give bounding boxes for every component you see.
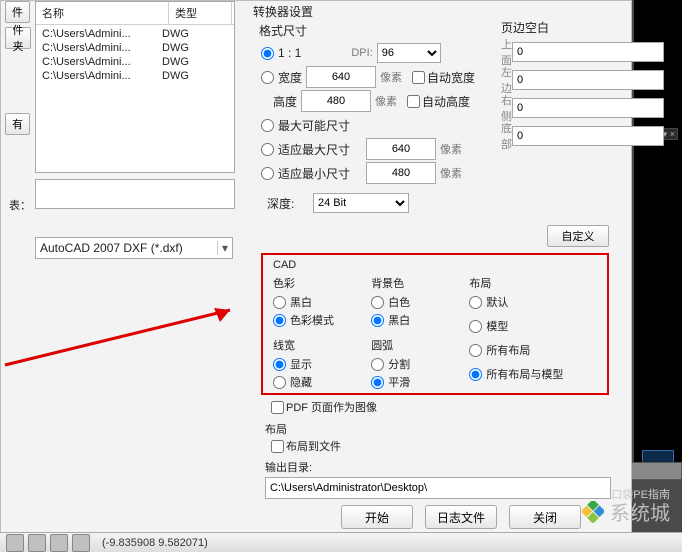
col-name[interactable]: 名称 <box>36 2 169 24</box>
auto-width-label: 自动宽度 <box>427 69 475 86</box>
px-label: 像素 <box>380 69 402 85</box>
fit-min-input[interactable] <box>366 162 436 184</box>
lw-show-radio[interactable] <box>273 358 286 371</box>
layout-default-radio[interactable] <box>469 296 482 309</box>
status-icon[interactable] <box>6 534 24 552</box>
lw-hide-radio[interactable] <box>273 376 286 389</box>
format-combo[interactable]: AutoCAD 2007 DXF (*.dxf) ▾ <box>35 237 233 259</box>
width-label: 宽度 <box>278 69 306 86</box>
fit-max-input[interactable] <box>366 138 436 160</box>
coords-readout: (-9.835908 9.582071) <box>102 537 208 549</box>
auto-height-checkbox[interactable] <box>407 95 420 108</box>
fit-max-label: 适应最大尺寸 <box>278 141 366 158</box>
ratio-1-1-radio[interactable] <box>261 47 274 60</box>
margin-top-input[interactable] <box>512 42 664 62</box>
watermark-sub: 口袋PE指南 <box>611 486 670 502</box>
cad-title: CAD <box>273 259 597 271</box>
close-button[interactable]: 关闭 <box>509 505 581 529</box>
width-input[interactable] <box>306 66 376 88</box>
dpi-label: DPI: <box>351 47 372 59</box>
status-icon[interactable] <box>28 534 46 552</box>
add-folder-button[interactable]: 件夹 <box>5 27 31 49</box>
auto-height-label: 自动高度 <box>422 93 470 110</box>
margin-right-input[interactable] <box>512 98 664 118</box>
bg-bw-radio[interactable] <box>371 314 384 327</box>
fit-min-radio[interactable] <box>261 167 274 180</box>
log-button[interactable]: 日志文件 <box>425 505 497 529</box>
color-mode-radio[interactable] <box>273 314 286 327</box>
cad-group: CAD 色彩 黑白 色彩模式 线宽 显示 隐藏 背景色 白色 黑白 圆弧 分割 … <box>261 253 609 395</box>
table-row: C:\Users\Admini...DWG <box>36 55 234 69</box>
arc-smooth-radio[interactable] <box>371 376 384 389</box>
preset-list[interactable] <box>35 179 235 209</box>
scrollbar-horizontal[interactable] <box>628 462 682 480</box>
ratio-1-1-label: 1 : 1 <box>278 46 301 60</box>
table-row: C:\Users\Admini...DWG <box>36 27 234 41</box>
fit-max-radio[interactable] <box>261 143 274 156</box>
size-radio[interactable] <box>261 71 274 84</box>
outdir-label: 输出目录: <box>265 459 611 475</box>
table-row: C:\Users\Admini...DWG <box>36 41 234 55</box>
layout-group-title: 布局 <box>265 421 341 437</box>
col-type[interactable]: 类型 <box>169 2 232 24</box>
height-label: 高度 <box>273 93 301 110</box>
dpi-select[interactable]: 96 <box>377 43 441 63</box>
file-list[interactable]: 名称 类型 C:\Users\Admini...DWG C:\Users\Adm… <box>35 1 235 173</box>
status-bar: (-9.835908 9.582071) <box>0 532 682 552</box>
pdf-page-image-label: PDF 页面作为图像 <box>286 399 377 415</box>
px-label-2: 像素 <box>375 93 397 109</box>
outdir-input[interactable] <box>265 477 611 499</box>
layout-to-file-checkbox[interactable] <box>271 440 284 453</box>
layout-all-model-radio[interactable] <box>469 368 482 381</box>
all-button[interactable]: 有 <box>5 113 30 135</box>
custom-button[interactable]: 自定义 <box>547 225 609 247</box>
table-row: C:\Users\Admini...DWG <box>36 69 234 83</box>
layout-all-radio[interactable] <box>469 344 482 357</box>
start-button[interactable]: 开始 <box>341 505 413 529</box>
max-possible-radio[interactable] <box>261 119 274 132</box>
arc-split-radio[interactable] <box>371 358 384 371</box>
margin-left-input[interactable] <box>512 70 664 90</box>
color-bw-radio[interactable] <box>273 296 286 309</box>
layout-model-radio[interactable] <box>469 320 482 333</box>
pdf-page-image-checkbox[interactable] <box>271 401 284 414</box>
converter-dialog: 件 件夹 有 名称 类型 C:\Users\Admini...DWG C:\Us… <box>0 0 632 536</box>
margins-title: 页边空白 <box>501 19 627 36</box>
settings-title: 转换器设置 <box>253 3 625 20</box>
depth-label: 深度: <box>267 195 313 212</box>
status-icon[interactable] <box>72 534 90 552</box>
list-label: 表： <box>5 197 31 213</box>
auto-width-checkbox[interactable] <box>412 71 425 84</box>
max-possible-label: 最大可能尺寸 <box>278 117 350 134</box>
height-input[interactable] <box>301 90 371 112</box>
depth-select[interactable]: 24 Bit <box>313 193 409 213</box>
margin-bottom-input[interactable] <box>512 126 664 146</box>
fit-min-label: 适应最小尺寸 <box>278 165 366 182</box>
chevron-down-icon: ▾ <box>217 241 228 255</box>
bg-white-radio[interactable] <box>371 296 384 309</box>
status-icon[interactable] <box>50 534 68 552</box>
add-file-button[interactable]: 件 <box>5 1 30 23</box>
format-combo-value: AutoCAD 2007 DXF (*.dxf) <box>40 241 183 255</box>
